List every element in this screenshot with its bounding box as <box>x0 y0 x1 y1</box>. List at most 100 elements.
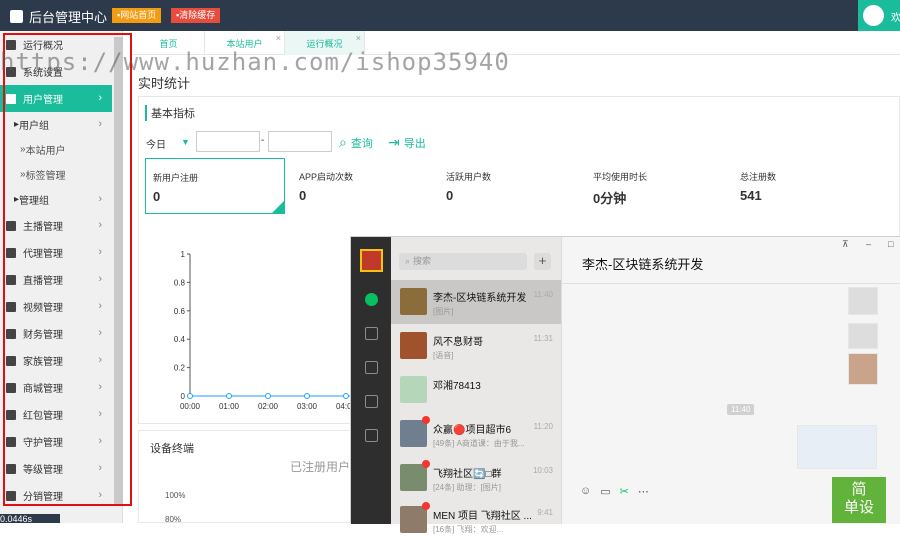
list-item[interactable]: 飞翔社区🔄□群 [24条] 助理：[图片] 10:03 <box>391 456 561 500</box>
chat-window: ⌕ 搜索 + 李杰-区块链系统开发 [图片] 11:40 风不息财哥 [语音] 1… <box>350 236 900 534</box>
image-message[interactable] <box>848 353 878 385</box>
metric-avg-duration[interactable]: 平均使用时长 0分钟 <box>586 158 726 214</box>
sidebar: 运行概况 系统设置 用户管理 › ▸ 用户组 › » 本站用户 » 标签管理 ▸ 管… <box>0 31 123 523</box>
brand[interactable]: 后台管理中心 <box>10 7 107 26</box>
sidebar-item-red-packets[interactable]: 红包管理 › <box>0 401 112 428</box>
device-axis-label: 100% <box>165 491 186 500</box>
load-time: 0.0446s <box>0 514 60 524</box>
sidebar-item-admin-group[interactable]: ▸ 管理组 › <box>0 186 112 213</box>
caret-down-icon[interactable]: ▼ <box>181 137 190 147</box>
chat-icon[interactable] <box>365 293 378 306</box>
selected-corner-icon <box>272 201 284 213</box>
chevron-right-icon: › <box>98 273 102 285</box>
sidebar-item-live[interactable]: 直播管理 › <box>0 266 112 293</box>
export-button[interactable]: ⇥ 导出 <box>388 134 426 151</box>
metric-active-users[interactable]: 活跃用户数 0 <box>439 158 579 214</box>
data-point <box>304 393 310 399</box>
divider <box>562 283 900 284</box>
metric-total-registrations[interactable]: 总注册数 541 <box>733 158 873 214</box>
cube-icon[interactable] <box>365 361 378 374</box>
list-item[interactable]: 众赢🔴项目超市6 [49条] A商道课：由于我... 11:20 <box>391 412 561 456</box>
pin-button[interactable]: ⊼ <box>842 239 849 250</box>
sidebar-item-user-group[interactable]: ▸ 用户组 › <box>0 111 112 138</box>
panel-title: 基本指标 <box>145 105 195 121</box>
gear-icon[interactable] <box>365 429 378 442</box>
search-input[interactable]: ⌕ 搜索 <box>399 253 527 270</box>
corner-badge[interactable]: 简 单设 <box>832 477 886 523</box>
smile-icon[interactable]: ☺ <box>580 485 591 498</box>
sidebar-item-finance[interactable]: 财务管理 › <box>0 320 112 347</box>
query-button[interactable]: ⌕ 查询 <box>339 134 373 151</box>
metric-new-users[interactable]: 新用户注册 0 <box>145 158 285 214</box>
list-item[interactable]: 邓湘78413 <box>391 368 561 412</box>
home-button[interactable]: ▪网站首页 <box>112 8 162 23</box>
cart-icon <box>6 382 16 393</box>
folder-icon[interactable]: ▭ <box>600 485 610 498</box>
sidebar-scrollbar[interactable] <box>114 37 123 505</box>
avatar <box>400 332 427 359</box>
top-bar: 后台管理中心 ▪网站首页 ▪清除缓存 欢 <box>0 0 900 31</box>
maximize-button[interactable]: □ <box>888 239 893 249</box>
minimize-button[interactable]: – <box>866 239 871 249</box>
monitor-icon <box>6 274 16 285</box>
sidebar-item-distribution[interactable]: 分销管理 › <box>0 482 112 509</box>
device-panel-title: 设备终端 <box>150 443 194 455</box>
image-message[interactable] <box>797 425 877 469</box>
chat-bubble-icon[interactable]: ⋯ <box>638 485 649 498</box>
image-message[interactable] <box>848 287 878 315</box>
contacts-icon[interactable] <box>365 327 378 340</box>
list-item[interactable]: 李杰-区块链系统开发 [图片] 11:40 <box>391 280 561 324</box>
list-item[interactable]: 风不息财哥 [语音] 11:31 <box>391 324 561 368</box>
sidebar-item-anchors[interactable]: 主播管理 › <box>0 212 112 239</box>
y-tick-label: 0.6 <box>174 307 186 316</box>
clear-cache-button[interactable]: ▪清除缓存 <box>171 8 221 23</box>
y-tick-label: 0.8 <box>174 278 186 287</box>
list-item[interactable]: MEN 项目 飞翔社区 ... [16条] 飞翔：欢迎... 9:41 <box>391 498 561 542</box>
time-stamp: 11:40 <box>727 404 755 415</box>
sidebar-item-site-users[interactable]: » 本站用户 <box>0 136 112 163</box>
metric-app-launches[interactable]: APP启动次数 0 <box>292 158 432 214</box>
user-menu[interactable]: 欢 <box>858 0 900 31</box>
chat-toolbar: ☺ ▭ ✂ ⋯ <box>580 485 649 498</box>
chevron-right-icon: › <box>98 354 102 366</box>
avatar[interactable] <box>360 249 383 272</box>
chevron-right-icon: › <box>98 193 102 205</box>
y-tick-label: 0 <box>181 392 186 401</box>
start-date-input[interactable] <box>196 131 260 152</box>
chevron-right-icon: › <box>98 435 102 447</box>
sidebar-item-videos[interactable]: 视频管理 › <box>0 293 112 320</box>
image-message[interactable] <box>848 323 878 349</box>
avatar <box>400 464 427 491</box>
chat-sidebar-rail <box>351 237 391 524</box>
x-tick-label: 03:00 <box>297 402 318 411</box>
avatar <box>400 288 427 315</box>
scissors-icon[interactable]: ✂ <box>620 485 629 498</box>
search-icon: ⌕ <box>339 134 347 150</box>
chevron-right-icon: › <box>98 246 102 258</box>
sidebar-item-family[interactable]: 家族管理 › <box>0 347 112 374</box>
chevron-right-icon: › <box>98 92 102 104</box>
chevron-right-icon: › <box>98 118 102 130</box>
y-tick-label: 1 <box>181 250 186 259</box>
envelope-icon <box>6 409 16 420</box>
sidebar-item-mall[interactable]: 商城管理 › <box>0 374 112 401</box>
avatar <box>863 5 884 26</box>
y-tick-label: 0.4 <box>174 335 186 344</box>
bank-icon <box>6 355 16 366</box>
chevron-right-icon: › <box>98 408 102 420</box>
logo-icon <box>10 10 23 23</box>
data-point <box>265 393 271 399</box>
sidebar-item-tags[interactable]: » 标签管理 <box>0 161 112 188</box>
monitor-icon <box>6 247 16 258</box>
end-date-input[interactable] <box>268 131 332 152</box>
chevron-right-icon: › <box>98 327 102 339</box>
sidebar-item-users[interactable]: 用户管理 › <box>0 85 112 112</box>
sidebar-item-levels[interactable]: 等级管理 › <box>0 455 112 482</box>
sidebar-item-agents[interactable]: 代理管理 › <box>0 239 112 266</box>
sidebar-item-guard[interactable]: 守护管理 › <box>0 428 112 455</box>
app-title: 后台管理中心 <box>29 10 108 25</box>
y-tick-label: 0.2 <box>174 364 186 373</box>
folder-icon[interactable] <box>365 395 378 408</box>
date-range-select[interactable]: 今日 <box>146 136 166 151</box>
add-button[interactable]: + <box>534 253 551 270</box>
